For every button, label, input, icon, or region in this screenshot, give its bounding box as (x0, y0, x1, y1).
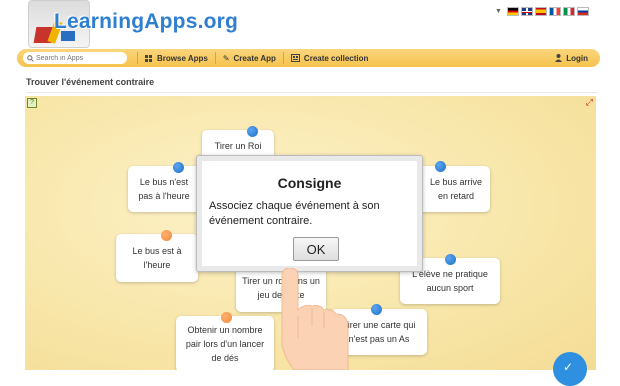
search-box[interactable] (23, 52, 127, 64)
pin-icon (445, 254, 456, 265)
help-icon[interactable]: ? (27, 98, 37, 108)
login-link[interactable]: Login (555, 54, 588, 63)
language-selector[interactable]: ▼ (495, 7, 589, 16)
pin-icon (371, 304, 382, 315)
page-title: Trouver l'événement contraire (26, 77, 155, 87)
logo[interactable]: LearningApps.org (28, 0, 238, 50)
login-label: Login (566, 53, 588, 63)
card-bus-heure[interactable]: Le bus est à l'heure (116, 234, 198, 282)
pin-icon (221, 312, 232, 323)
pin-icon (173, 162, 184, 173)
pencil-icon: ✎ (222, 53, 230, 63)
browse-apps-label: Browse Apps (157, 53, 208, 63)
card-label: Obtenir un nombre pair lors d'un lancer … (185, 325, 265, 363)
instruction-dialog: Consigne Associez chaque événement à son… (196, 155, 423, 272)
pin-icon (247, 126, 258, 137)
grid-icon (145, 54, 152, 62)
pin-icon (161, 230, 172, 241)
flag-es-icon[interactable] (534, 7, 547, 16)
card-label: Le bus est à l'heure (132, 246, 182, 270)
card-nombre-pair[interactable]: Obtenir un nombre pair lors d'un lancer … (176, 316, 274, 370)
card-label: Tirer un Roi (214, 141, 262, 151)
flag-en-icon[interactable] (520, 7, 533, 16)
create-collection-label: Create collection (303, 53, 369, 63)
create-collection-link[interactable]: Create collection (282, 52, 375, 64)
dialog-content: Consigne Associez chaque événement à son… (202, 161, 417, 266)
user-icon (555, 54, 563, 62)
chevron-down-icon[interactable]: ▼ (495, 8, 502, 15)
pin-icon (435, 161, 446, 172)
search-input[interactable] (36, 54, 121, 62)
flag-ru-icon[interactable] (576, 7, 589, 16)
create-app-label: Create App (233, 53, 276, 63)
main-nav: Browse Apps ✎ Create App Create collecti… (17, 49, 600, 67)
card-label: Le bus arrive en retard (429, 177, 483, 201)
ok-button[interactable]: OK (293, 237, 339, 261)
check-icon: ✓ (563, 360, 574, 374)
flag-de-icon[interactable] (506, 7, 519, 16)
browse-apps-link[interactable]: Browse Apps (138, 52, 215, 64)
collection-icon (290, 54, 300, 62)
dialog-title: Consigne (277, 175, 342, 191)
card-label: Le bus n'est pas à l'heure (138, 177, 190, 201)
dialog-body: Associez chaque événement à son événemen… (209, 200, 380, 227)
create-app-link[interactable]: ✎ Create App (214, 52, 283, 64)
flag-it-icon[interactable] (562, 7, 575, 16)
logo-text: LearningApps.org (54, 10, 239, 33)
flag-fr-icon[interactable] (548, 7, 561, 16)
search-icon (27, 54, 34, 62)
title-divider (26, 92, 598, 93)
pointing-hand-icon (281, 268, 349, 370)
card-bus-retard[interactable]: Le bus arrive en retard (414, 166, 490, 212)
fullscreen-icon[interactable]: ⤢ (586, 97, 593, 108)
corner-action-button[interactable]: ✓ (553, 352, 587, 386)
